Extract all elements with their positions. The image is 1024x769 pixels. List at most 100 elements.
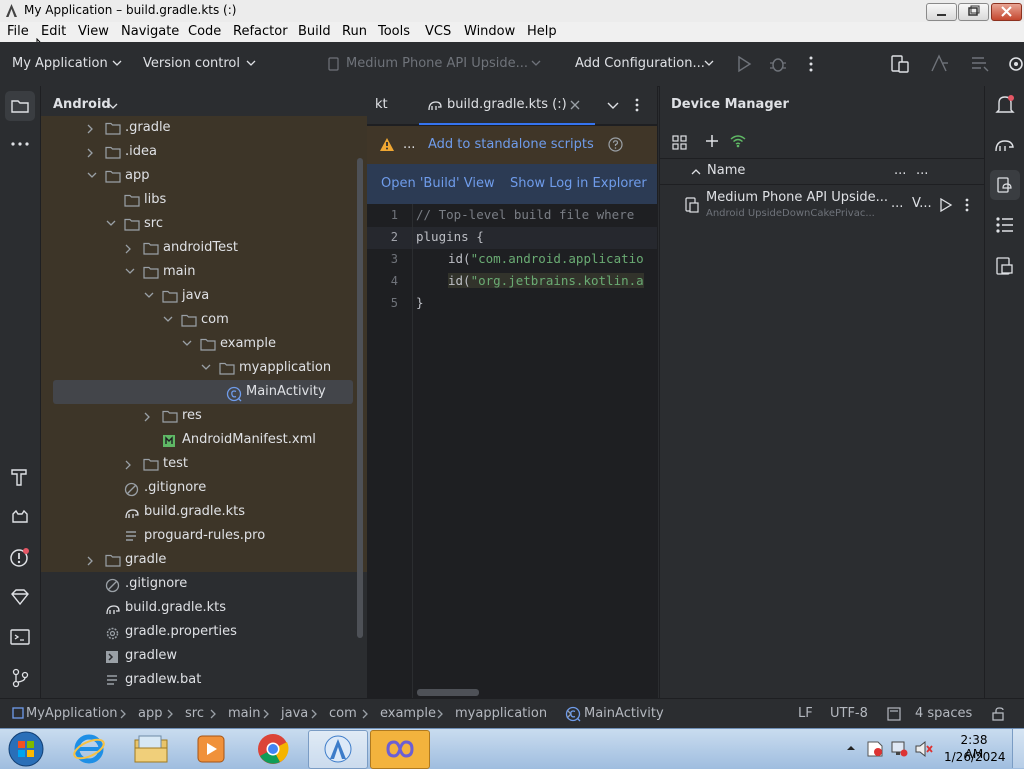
project-tool-button[interactable]: [5, 91, 35, 121]
tree-item[interactable]: example: [41, 332, 353, 356]
breadcrumb-item[interactable]: example: [380, 706, 436, 721]
code-plugin-kotlin[interactable]: id("org.jetbrains.kotlin.a: [448, 273, 644, 288]
chevron-right-icon[interactable]: [87, 124, 95, 134]
add-standalone-scripts-link[interactable]: Add to standalone scripts: [428, 137, 594, 152]
show-log-in-explorer-link[interactable]: Show Log in Explorer: [510, 176, 647, 191]
target-device-selector[interactable]: Medium Phone API Upside...: [346, 56, 528, 71]
tree-item[interactable]: test: [41, 452, 353, 476]
tree-item[interactable]: gradle: [41, 548, 353, 572]
banner-ellipsis[interactable]: ...: [403, 137, 415, 152]
indent-indicator[interactable]: 4 spaces: [915, 706, 972, 721]
start-button[interactable]: [6, 731, 46, 767]
tree-item[interactable]: proguard-rules.pro: [41, 524, 353, 548]
tab-list-chevron-icon[interactable]: [607, 102, 619, 110]
sync-project-icon[interactable]: [969, 53, 991, 75]
tree-item[interactable]: app: [41, 164, 353, 188]
device-more-options-icon[interactable]: [964, 197, 970, 213]
notifications-bell-icon[interactable]: [995, 94, 1015, 116]
wifi-pair-icon[interactable]: [730, 134, 746, 148]
tree-item[interactable]: build.gradle.kts: [41, 500, 353, 524]
tree-item[interactable]: src: [41, 212, 353, 236]
action-center-icon[interactable]: [866, 740, 884, 758]
problems-icon[interactable]: [9, 547, 31, 569]
media-player-icon[interactable]: [195, 733, 227, 765]
chevron-down-icon[interactable]: [182, 340, 192, 348]
chevron-down-icon[interactable]: [106, 220, 116, 228]
chevron-down-icon[interactable]: [201, 364, 211, 372]
code-closing-brace[interactable]: }: [416, 295, 424, 310]
chevron-right-icon[interactable]: [144, 412, 152, 422]
structure-list-icon[interactable]: [995, 216, 1015, 234]
project-selector[interactable]: My Application: [12, 56, 108, 71]
tree-item[interactable]: androidTest: [41, 236, 353, 260]
launch-device-button[interactable]: [939, 198, 953, 212]
code-plugins-block[interactable]: plugins {: [416, 229, 484, 244]
menu-help[interactable]: Help: [527, 24, 557, 39]
add-device-icon[interactable]: [705, 134, 719, 148]
project-view-selector[interactable]: Android: [53, 97, 111, 112]
project-scrollbar[interactable]: [357, 158, 363, 638]
menu-file[interactable]: File: [7, 24, 29, 39]
breadcrumb-item[interactable]: com: [329, 706, 357, 721]
run-configuration-selector[interactable]: Add Configuration...: [575, 56, 705, 71]
open-build-view-link[interactable]: Open 'Build' View: [381, 176, 495, 191]
column-header-more[interactable]: ...: [916, 163, 928, 178]
logcat-icon[interactable]: [10, 508, 30, 528]
encoding-indicator[interactable]: UTF-8: [830, 706, 868, 721]
menu-edit[interactable]: Edit: [41, 24, 66, 39]
breadcrumb-item[interactable]: MyApplication: [26, 706, 118, 721]
chevron-down-icon[interactable]: [144, 292, 154, 300]
tree-item[interactable]: AndroidManifest.xml: [41, 428, 353, 452]
taskbar-android-studio[interactable]: [308, 730, 368, 769]
tree-item[interactable]: gradle.properties: [41, 620, 353, 644]
tree-item[interactable]: main: [41, 260, 353, 284]
chevron-right-icon[interactable]: [125, 244, 133, 254]
chevron-right-icon[interactable]: [87, 556, 95, 566]
gradle-elephant-icon[interactable]: [994, 136, 1016, 154]
chrome-icon[interactable]: [256, 732, 290, 766]
breadcrumb-item[interactable]: java: [281, 706, 308, 721]
version-control-icon[interactable]: [10, 668, 30, 688]
editor-horizontal-scrollbar[interactable]: [417, 689, 479, 696]
more-tools-icon[interactable]: [10, 141, 30, 147]
menu-refactor[interactable]: Refactor: [233, 24, 288, 39]
breadcrumb-item[interactable]: main: [228, 706, 260, 721]
chevron-right-icon[interactable]: [87, 148, 95, 158]
menu-code[interactable]: Code: [188, 24, 221, 39]
tree-item[interactable]: build.gradle.kts: [41, 596, 353, 620]
tab-more-options-icon[interactable]: [634, 97, 640, 113]
breadcrumb-item[interactable]: src: [185, 706, 204, 721]
version-control-selector[interactable]: Version control: [143, 56, 240, 71]
code-plugin-android[interactable]: id("com.android.applicatio: [448, 251, 644, 266]
device-group-icon[interactable]: [672, 135, 690, 151]
run-button[interactable]: [736, 55, 752, 73]
breadcrumb-item[interactable]: app: [138, 706, 162, 721]
menu-view[interactable]: View: [78, 24, 109, 39]
settings-gear-icon[interactable]: [1006, 53, 1024, 75]
code-comment[interactable]: // Top-level build file where: [416, 207, 634, 222]
menu-build[interactable]: Build: [298, 24, 331, 39]
network-icon[interactable]: [890, 740, 908, 758]
tree-item[interactable]: libs: [41, 188, 353, 212]
menu-run[interactable]: Run: [342, 24, 367, 39]
chevron-down-icon[interactable]: [125, 268, 135, 276]
chevron-down-icon[interactable]: [163, 316, 173, 324]
menu-navigate[interactable]: Navigate: [121, 24, 179, 39]
show-hidden-icons[interactable]: [846, 744, 856, 751]
lock-icon[interactable]: [992, 707, 1006, 721]
tab-build-gradle[interactable]: build.gradle.kts (:): [419, 86, 595, 125]
tree-item[interactable]: .idea: [41, 140, 353, 164]
gemini-icon[interactable]: [10, 588, 30, 606]
show-desktop-button[interactable]: [1012, 729, 1024, 768]
debug-button[interactable]: [769, 55, 787, 73]
tree-item[interactable]: res: [41, 404, 353, 428]
file-explorer-icon[interactable]: [133, 734, 169, 764]
breadcrumb-item[interactable]: MainActivity: [584, 706, 664, 721]
minimize-button[interactable]: [926, 3, 957, 21]
tree-item[interactable]: .gitignore: [41, 572, 353, 596]
help-icon[interactable]: [608, 137, 623, 152]
sort-up-icon[interactable]: [691, 168, 701, 175]
device-manager-tool-button[interactable]: [990, 170, 1020, 200]
readonly-toggle-icon[interactable]: [887, 707, 901, 721]
tree-item[interactable]: .gitignore: [41, 476, 353, 500]
